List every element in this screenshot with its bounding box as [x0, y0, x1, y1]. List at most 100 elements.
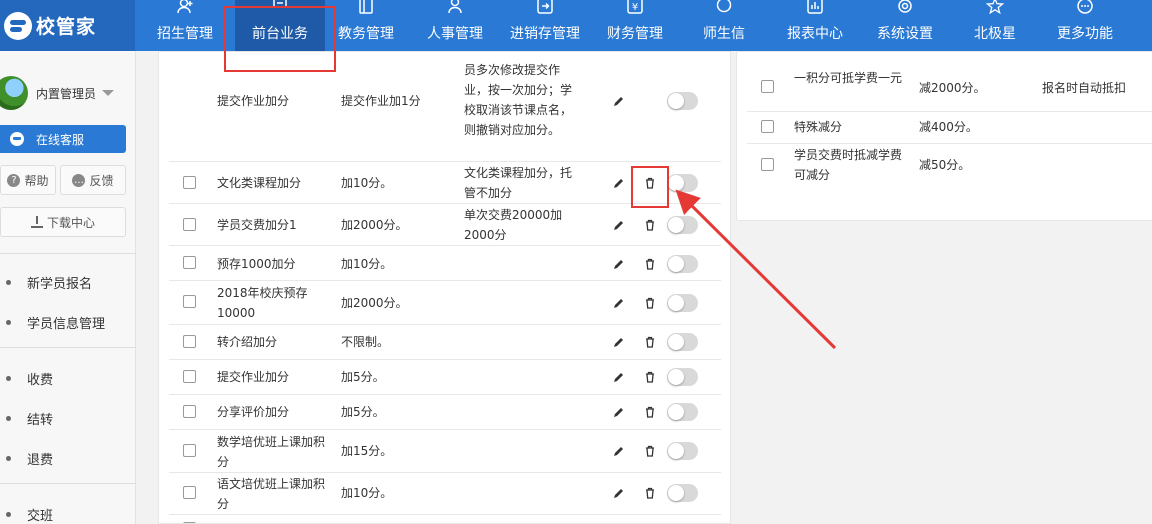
row-checkbox[interactable] [183, 405, 196, 418]
row-checkbox[interactable] [183, 256, 196, 269]
nav-item-messaging[interactable]: 师生信 [687, 0, 761, 51]
item-rule: 加15分。 [341, 444, 393, 458]
row-checkbox[interactable] [761, 120, 774, 133]
item-name: 学员交费加分1 [217, 218, 297, 232]
trash-icon[interactable] [644, 297, 656, 309]
online-service-button[interactable]: 在线客服 [0, 125, 126, 153]
sidebar-item-student-info[interactable]: 学员信息管理 [6, 313, 105, 332]
star-icon [986, 0, 1004, 15]
trash-icon[interactable] [644, 219, 656, 231]
pencil-icon[interactable] [613, 406, 625, 418]
row-checkbox[interactable] [183, 370, 196, 383]
item-name: 学员交费时抵减学费可减分 [794, 148, 903, 182]
pencil-icon[interactable] [613, 445, 625, 457]
row-checkbox[interactable] [183, 295, 196, 308]
nav-label: 更多功能 [1057, 26, 1113, 42]
nav-item-enrollment[interactable]: 招生管理 [135, 0, 235, 51]
chevron-down-icon [102, 90, 115, 96]
table-row: 2018年校庆预存10000 加2000分。 [169, 281, 721, 325]
pencil-icon[interactable] [613, 487, 625, 499]
nav-label: 招生管理 [157, 26, 213, 42]
nav-item-academic[interactable]: 教务管理 [325, 0, 407, 51]
row-checkbox[interactable] [761, 158, 774, 171]
row-checkbox[interactable] [183, 218, 196, 231]
nav-item-finance[interactable]: ¥ 财务管理 [597, 0, 673, 51]
pencil-icon[interactable] [613, 336, 625, 348]
row-checkbox[interactable] [183, 335, 196, 348]
status-toggle[interactable] [667, 174, 698, 192]
item-rule: 加10分。 [341, 257, 393, 271]
user-menu[interactable]: 内置管理员 [0, 73, 136, 113]
nav-label: 进销存管理 [510, 26, 580, 42]
status-toggle[interactable] [667, 92, 698, 110]
table-row: 特殊减分 减400分。 [747, 112, 1152, 144]
pencil-icon[interactable] [613, 371, 625, 383]
sidebar-item-charge[interactable]: 收费 [6, 369, 53, 388]
nav-label: 财务管理 [607, 26, 663, 42]
download-center-button[interactable]: 下载中心 [0, 207, 126, 237]
trash-icon[interactable] [644, 406, 656, 418]
pencil-icon[interactable] [613, 177, 625, 189]
feedback-button[interactable]: … 反馈 [60, 165, 126, 195]
nav-item-polaris[interactable]: 北极星 [960, 0, 1030, 51]
nav-item-reports[interactable]: 报表中心 [775, 0, 855, 51]
row-checkbox[interactable] [183, 176, 196, 189]
item-name: 分享评价加分 [217, 405, 290, 419]
annotation-box-delete [631, 166, 669, 208]
nav-item-settings[interactable]: 系统设置 [865, 0, 945, 51]
user-name: 内置管理员 [36, 86, 97, 101]
item-name: 一积分可抵学费一元 [794, 71, 903, 85]
help-label: 帮助 [24, 173, 49, 188]
nav-item-hr[interactable]: 人事管理 [407, 0, 503, 51]
item-name: 文化类课程加分 [217, 176, 302, 190]
nav-item-more[interactable]: 更多功能 [1045, 0, 1125, 51]
status-toggle[interactable] [667, 484, 698, 502]
status-toggle[interactable] [667, 333, 698, 351]
trash-icon[interactable] [644, 487, 656, 499]
pencil-icon[interactable] [613, 297, 625, 309]
top-nav-bar: 校管家 招生管理 前台业务 教务管理 人事管理 进销存管理 ¥ 财务管理 师生信… [0, 0, 1152, 51]
sidebar-item-refund[interactable]: 退费 [6, 449, 53, 468]
status-toggle[interactable] [667, 403, 698, 421]
sidebar-item-shift[interactable]: 交班 [6, 505, 53, 524]
more-icon [1077, 0, 1093, 14]
table-row [169, 515, 721, 523]
question-icon: ? [7, 173, 21, 187]
trash-icon[interactable] [644, 258, 656, 270]
item-rule: 加10分。 [341, 486, 393, 500]
status-toggle[interactable] [667, 294, 698, 312]
row-checkbox[interactable] [761, 80, 774, 93]
status-toggle[interactable] [667, 442, 698, 460]
bullet-icon [6, 512, 11, 517]
table-row: 学员交费加分1 加2000分。 单次交费20000加2000分 [169, 204, 721, 246]
status-toggle[interactable] [667, 368, 698, 386]
sidebar-item-new-enrollment[interactable]: 新学员报名 [6, 273, 92, 292]
online-service-label: 在线客服 [36, 132, 85, 147]
help-button[interactable]: ? 帮助 [0, 165, 56, 195]
nav-item-inventory[interactable]: 进销存管理 [503, 0, 587, 51]
pencil-icon[interactable] [613, 258, 625, 270]
item-desc: 单次交费20000加2000分 [464, 208, 563, 242]
trash-icon[interactable] [644, 336, 656, 348]
item-rule: 加5分。 [341, 405, 385, 419]
chart-icon [807, 0, 823, 14]
pencil-icon[interactable] [613, 219, 625, 231]
divider [0, 253, 136, 254]
sidebar-item-transfer[interactable]: 结转 [6, 409, 53, 428]
item-rule: 不限制。 [341, 335, 390, 349]
gear-icon [898, 0, 912, 13]
deduct-table-panel: 一积分可抵学费一元 减2000分。 报名时自动抵扣 特殊减分 减400分。 学员… [736, 51, 1152, 221]
status-toggle[interactable] [667, 216, 698, 234]
annotation-box-nav [224, 6, 336, 72]
row-checkbox[interactable] [183, 486, 196, 499]
pencil-icon[interactable] [613, 95, 625, 107]
trash-icon[interactable] [644, 371, 656, 383]
book-icon [359, 0, 373, 14]
logo[interactable]: 校管家 [0, 0, 135, 51]
trash-icon[interactable] [644, 445, 656, 457]
item-rule: 减50分。 [919, 158, 971, 172]
nav-label: 人事管理 [427, 26, 483, 42]
row-checkbox[interactable] [183, 444, 196, 457]
status-toggle[interactable] [667, 255, 698, 273]
item-rule: 加2000分。 [341, 218, 408, 232]
